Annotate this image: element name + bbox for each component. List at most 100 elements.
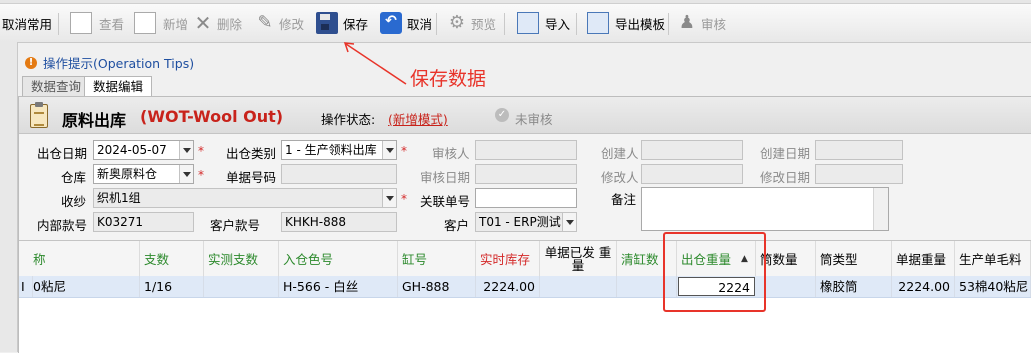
modify-button[interactable]: ✎ 修改 (254, 4, 304, 42)
clipboard-icon (30, 102, 48, 128)
import-icon (517, 12, 539, 34)
receiver-label: 收纱 (61, 194, 87, 209)
internal-no-label: 内部款号 (37, 218, 88, 233)
highlight-box (663, 232, 766, 312)
chevron-down-icon[interactable] (179, 141, 193, 159)
grid-col-stock[interactable]: 实时库存 (476, 241, 540, 276)
cell-doc-weight[interactable]: 2224.00 (892, 276, 955, 297)
preview-button[interactable]: ⚙ 预览 (446, 4, 496, 42)
cell-name[interactable]: 0粘尼 (33, 276, 140, 297)
grid-col-tube-type[interactable]: 筒类型 (816, 241, 892, 276)
delete-icon: ✕ (194, 11, 212, 35)
operation-tips[interactable]: ! 操作提示(Operation Tips) (25, 53, 194, 72)
doc-no-field (281, 164, 397, 184)
review-label: 审核 (701, 16, 727, 32)
review-date-field (475, 164, 577, 184)
new-label: 新增 (163, 16, 189, 32)
tab-data-query-label: 数据查询 (31, 79, 82, 94)
delete-button[interactable]: ✕ 删除 (192, 4, 242, 42)
import-button[interactable]: 导入 (514, 4, 570, 42)
cell-measured[interactable] (204, 276, 279, 297)
customer-no-label: 客户款号 (210, 218, 261, 233)
review-button[interactable]: ♟ 审核 (676, 4, 726, 42)
modifier-field (641, 164, 743, 184)
save-label: 保存 (343, 16, 369, 32)
cancel-common-button[interactable]: 取消常用 (2, 4, 52, 42)
remark-label: 备注 (611, 192, 637, 207)
left-nav-edge (0, 42, 18, 352)
create-date-field (815, 140, 903, 160)
customer-label: 客户 (444, 218, 470, 233)
receiver-select[interactable]: 织机1组 (93, 188, 397, 208)
annotation-arrow (343, 42, 407, 85)
internal-no-value: K03271 (97, 215, 144, 229)
cell-tube-type[interactable]: 橡胶筒 (816, 276, 892, 297)
scrollbar[interactable] (873, 188, 888, 230)
view-button[interactable]: 查看 (66, 4, 124, 42)
review-date-label: 审核日期 (420, 170, 471, 185)
cancel-button[interactable]: ↶ 取消 (378, 4, 432, 42)
cancel-common-label: 取消常用 (2, 16, 53, 32)
customer-select[interactable]: T01 - ERP测试 (475, 212, 577, 232)
cell-stock[interactable]: 2224.00 (476, 276, 540, 297)
grid-col-name[interactable]: 称 (19, 241, 140, 276)
grid-col-prod-material[interactable]: 生产单毛料 (955, 241, 1031, 276)
cell-count[interactable]: 1/16 (140, 276, 204, 297)
pencil-icon: ✎ (257, 12, 273, 33)
save-button[interactable]: 保存 (314, 4, 368, 42)
cell-vat-no[interactable]: GH-888 (398, 276, 476, 297)
remark-textarea[interactable] (641, 187, 889, 231)
creator-label: 创建人 (601, 146, 639, 161)
cell-color-no[interactable]: H-566 - 白丝 (279, 276, 398, 297)
form-subtitle: (WOT-Wool Out) (140, 107, 284, 126)
view-icon (70, 12, 92, 34)
save-icon (316, 12, 338, 34)
grid-col-issued[interactable]: 单据已发 重量 (540, 241, 617, 276)
chevron-down-icon[interactable] (382, 189, 396, 207)
out-date-field[interactable]: 2024-05-07 (93, 140, 194, 160)
required-star: * (198, 168, 204, 182)
new-button[interactable]: 新增 (130, 4, 188, 42)
customer-no-field: KHKH-888 (281, 212, 397, 232)
out-type-value: 1 - 生产领料出库 (285, 143, 377, 157)
out-type-label: 出仓类别 (226, 146, 277, 161)
grid-col-doc-weight[interactable]: 单据重量 (892, 241, 955, 276)
cell-issued[interactable] (540, 276, 617, 297)
warehouse-select[interactable]: 新奥原料仓 (93, 164, 194, 184)
preview-label: 预览 (471, 16, 497, 32)
modify-label: 修改 (279, 16, 305, 32)
grid-col-count[interactable]: 支数 (140, 241, 204, 276)
stamp-icon: ♟ (678, 12, 696, 33)
customer-no-value: KHKH-888 (285, 215, 347, 229)
grid-col-vat-no[interactable]: 缸号 (398, 241, 476, 276)
export-icon (587, 12, 609, 34)
chevron-down-icon[interactable] (382, 141, 396, 159)
export-template-button[interactable]: 导出模板 (584, 4, 665, 42)
table-row[interactable]: I 0粘尼 1/16 H-566 - 白丝 GH-888 2224.00 222… (19, 276, 1031, 298)
chevron-down-icon[interactable] (179, 165, 193, 183)
export-template-label: 导出模板 (615, 16, 666, 32)
import-label: 导入 (545, 16, 571, 32)
required-star: * (401, 144, 407, 158)
internal-no-field: K03271 (93, 212, 194, 232)
modify-date-field (815, 164, 903, 184)
grid-col-measured[interactable]: 实测支数 (204, 241, 279, 276)
tab-data-query[interactable]: 数据查询 (22, 76, 91, 97)
reviewer-label: 审核人 (432, 146, 470, 161)
row-marker: I (19, 276, 33, 297)
toolbar: 取消常用 查看 新增 ✕ 删除 ✎ 修改 保存 ↶ 取消 ⚙ 预览 导入 导出模… (0, 4, 1031, 43)
cell-prod-material[interactable]: 53棉40粘尼 (955, 276, 1031, 297)
related-doc-field[interactable] (475, 188, 577, 208)
delete-label: 删除 (217, 16, 243, 32)
cancel-label: 取消 (407, 16, 433, 32)
toolbar-divider (436, 13, 437, 35)
chevron-down-icon[interactable] (562, 213, 576, 231)
modifier-label: 修改人 (601, 170, 639, 185)
grid-col-color-no[interactable]: 入仓色号 (279, 241, 398, 276)
warehouse-value: 新奥原料仓 (97, 167, 158, 181)
tab-data-edit[interactable]: 数据编辑 (84, 76, 153, 98)
toolbar-divider (576, 13, 577, 35)
out-type-select[interactable]: 1 - 生产领料出库 (281, 140, 397, 160)
cancel-icon: ↶ (380, 12, 402, 34)
creator-field (641, 140, 743, 160)
